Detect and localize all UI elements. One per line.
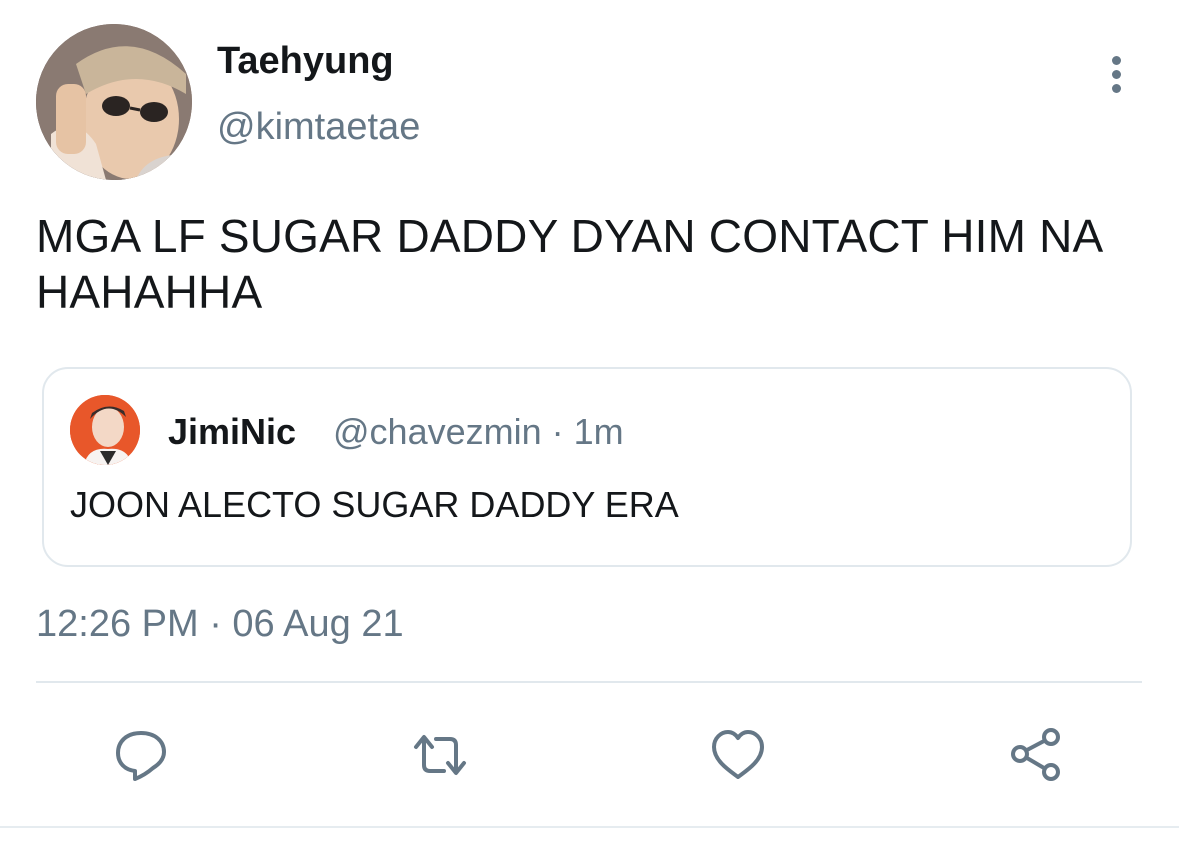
author-name[interactable]: Taehyung [217,40,394,83]
quoted-tweet-text: JOON ALECTO SUGAR DADDY ERA [70,484,679,525]
quoted-meta: @chavezmin · 1m [333,411,624,453]
tweet-timestamp: 12:26 PM · 06 Aug 21 [36,603,404,645]
tweet: Taehyung @kimtaetae MGA LF SUGAR DADDY D… [0,0,1179,846]
like-icon[interactable] [708,725,768,785]
bottom-border [0,826,1179,828]
author-handle[interactable]: @kimtaetae [217,106,420,149]
quoted-author-handle[interactable]: @chavezmin [333,411,542,452]
dot [1111,84,1121,93]
quoted-author-name[interactable]: JimiNic [168,411,296,453]
more-options-icon[interactable] [1098,56,1134,96]
meta-separator: · [551,411,564,452]
quoted-tweet-card[interactable]: JimiNic @chavezmin · 1m JOON ALECTO SUGA… [42,367,1132,567]
dot [1111,56,1121,65]
quoted-time: 1m [573,411,624,452]
reply-icon[interactable] [111,725,171,785]
author-avatar[interactable] [36,24,192,180]
divider [36,681,1142,683]
retweet-icon[interactable] [410,725,470,785]
dot [1111,70,1121,79]
share-icon[interactable] [1007,725,1067,785]
quoted-author-avatar[interactable] [70,395,140,465]
tweet-text: MGA LF SUGAR DADDY DYAN CONTACT HIM NA H… [36,210,1101,318]
